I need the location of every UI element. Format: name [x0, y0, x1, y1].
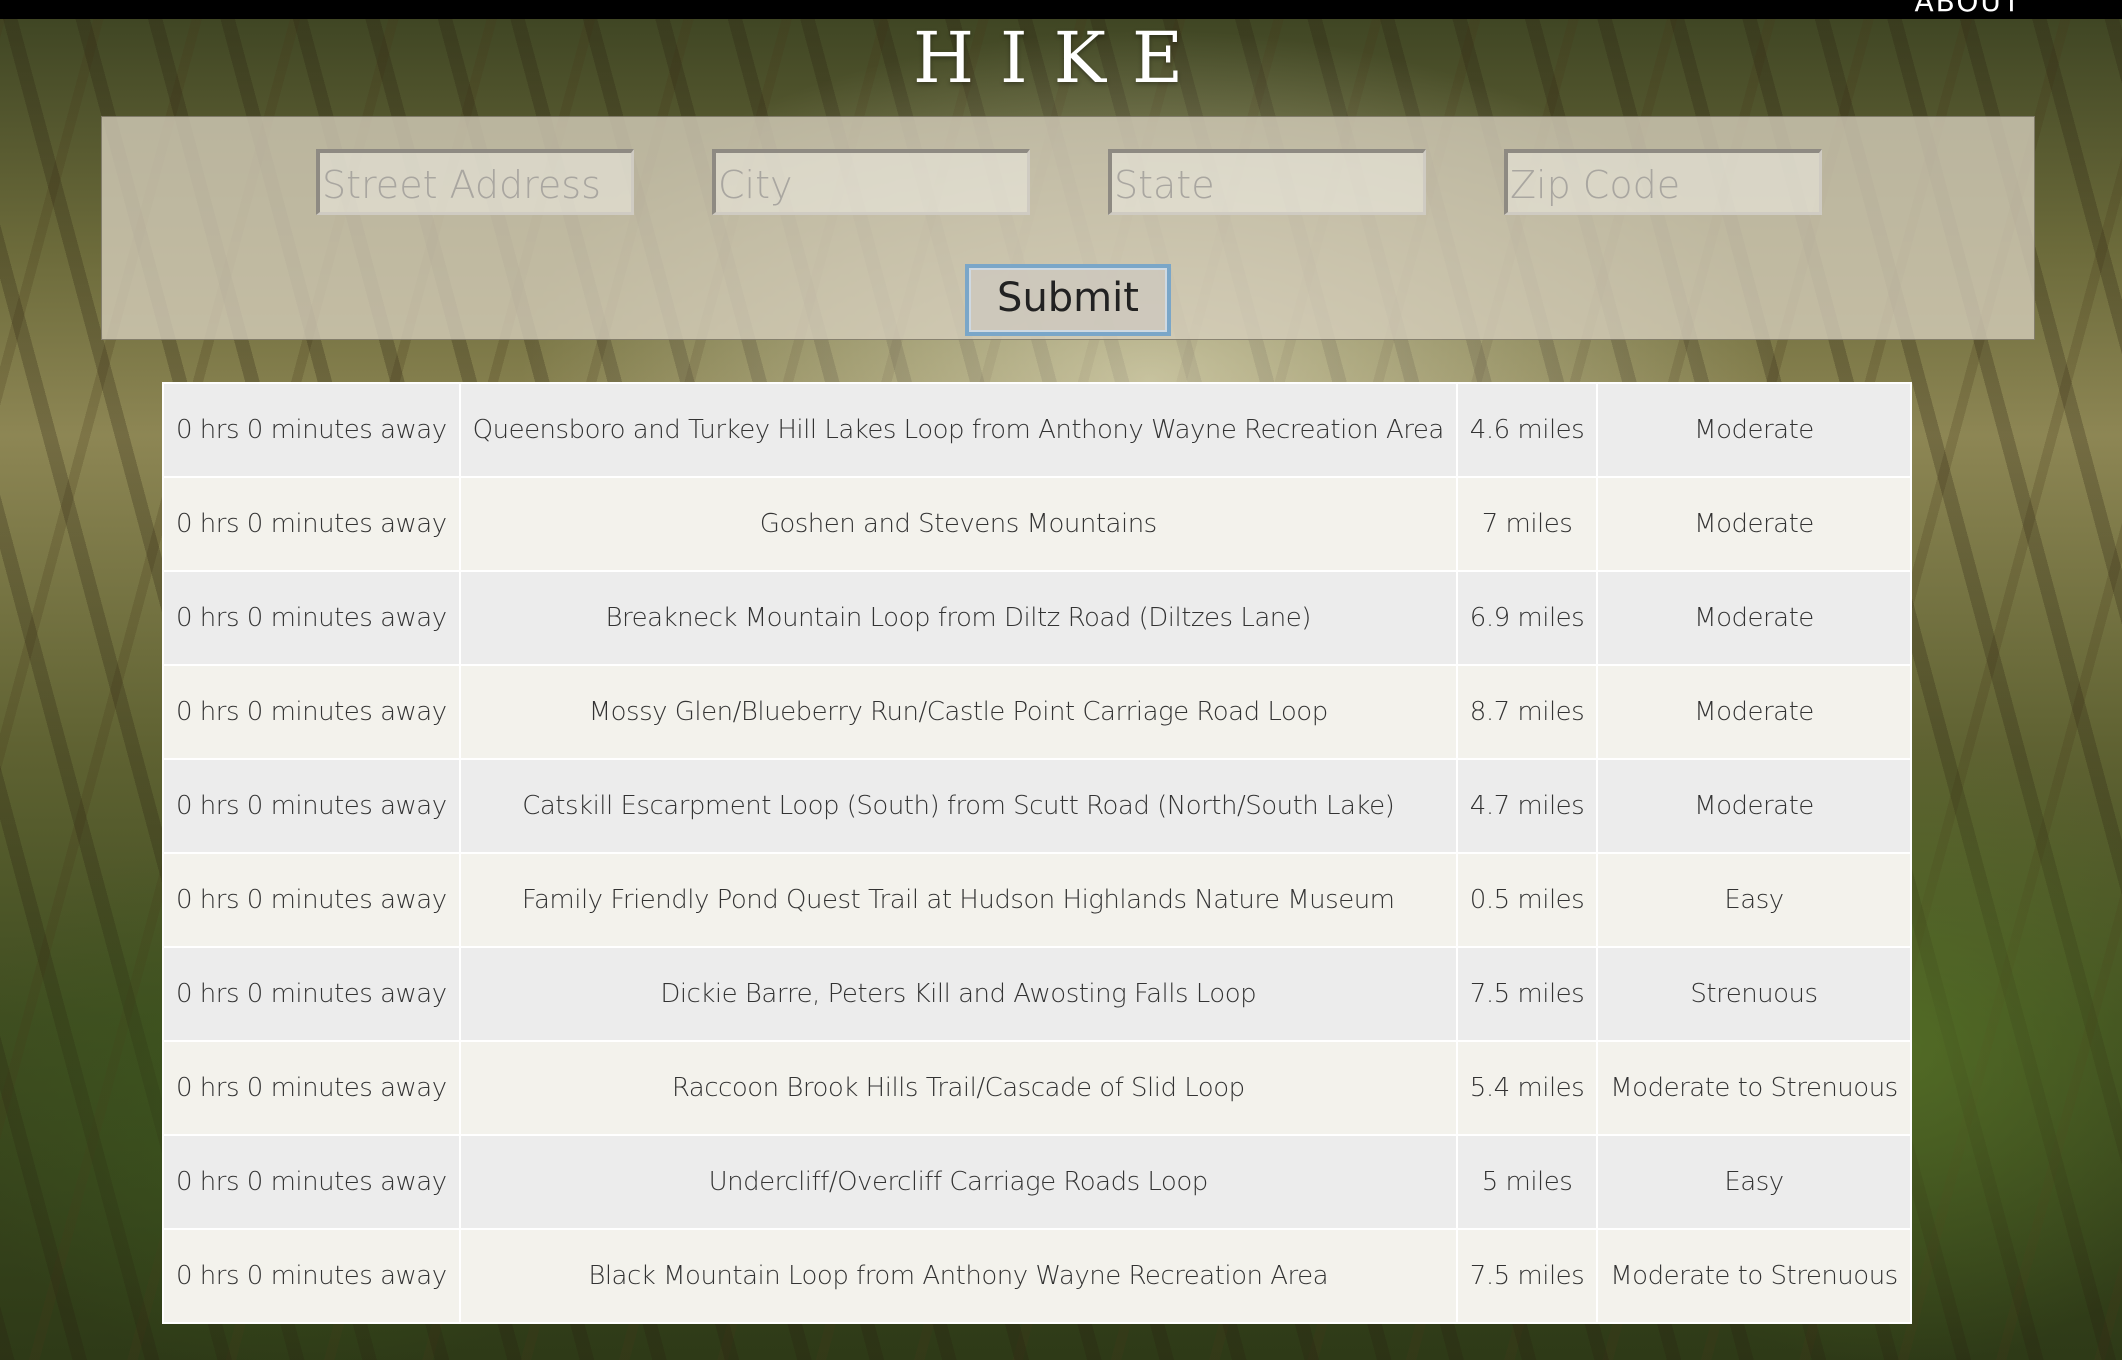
distance-cell: 7 miles [1455, 476, 1599, 572]
table-row: 0 hrs 0 minutes away Raccoon Brook Hills… [162, 1040, 1912, 1136]
travel-time-cell: 0 hrs 0 minutes away [162, 1228, 461, 1324]
difficulty-cell: Moderate [1596, 382, 1912, 478]
travel-time-cell: 0 hrs 0 minutes away [162, 382, 461, 478]
difficulty-cell: Moderate [1596, 570, 1912, 666]
about-link[interactable]: ABOUT [1914, 0, 2022, 17]
street-address-input[interactable] [316, 149, 634, 215]
table-row: 0 hrs 0 minutes away Goshen and Stevens … [162, 476, 1912, 572]
distance-cell: 8.7 miles [1455, 664, 1599, 760]
distance-cell: 7.5 miles [1455, 1228, 1599, 1324]
table-row: 0 hrs 0 minutes away Queensboro and Turk… [162, 382, 1912, 478]
trails-table: 0 hrs 0 minutes away Queensboro and Turk… [162, 382, 1912, 1324]
city-input[interactable] [712, 149, 1030, 215]
travel-time-cell: 0 hrs 0 minutes away [162, 852, 461, 948]
trail-name-cell: Catskill Escarpment Loop (South) from Sc… [458, 758, 1458, 854]
distance-cell: 4.6 miles [1455, 382, 1599, 478]
trail-name-cell: Family Friendly Pond Quest Trail at Huds… [458, 852, 1458, 948]
difficulty-cell: Moderate to Strenuous [1596, 1040, 1912, 1136]
travel-time-cell: 0 hrs 0 minutes away [162, 946, 461, 1042]
trail-name-cell: Mossy Glen/Blueberry Run/Castle Point Ca… [458, 664, 1458, 760]
distance-cell: 4.7 miles [1455, 758, 1599, 854]
address-form: Submit [101, 116, 2035, 340]
distance-cell: 0.5 miles [1455, 852, 1599, 948]
travel-time-cell: 0 hrs 0 minutes away [162, 476, 461, 572]
difficulty-cell: Moderate to Strenuous [1596, 1228, 1912, 1324]
trail-name-cell: Raccoon Brook Hills Trail/Cascade of Sli… [458, 1040, 1458, 1136]
zip-code-input[interactable] [1504, 149, 1822, 215]
difficulty-cell: Moderate [1596, 476, 1912, 572]
travel-time-cell: 0 hrs 0 minutes away [162, 1134, 461, 1230]
trail-name-cell: Dickie Barre, Peters Kill and Awosting F… [458, 946, 1458, 1042]
trail-name-cell: Goshen and Stevens Mountains [458, 476, 1458, 572]
travel-time-cell: 0 hrs 0 minutes away [162, 758, 461, 854]
difficulty-cell: Moderate [1596, 758, 1912, 854]
table-row: 0 hrs 0 minutes away Black Mountain Loop… [162, 1228, 1912, 1324]
difficulty-cell: Moderate [1596, 664, 1912, 760]
distance-cell: 5 miles [1455, 1134, 1599, 1230]
table-row: 0 hrs 0 minutes away Family Friendly Pon… [162, 852, 1912, 948]
difficulty-cell: Strenuous [1596, 946, 1912, 1042]
submit-button[interactable]: Submit [965, 264, 1171, 336]
table-row: 0 hrs 0 minutes away Dickie Barre, Peter… [162, 946, 1912, 1042]
difficulty-cell: Easy [1596, 1134, 1912, 1230]
difficulty-cell: Easy [1596, 852, 1912, 948]
trail-name-cell: Undercliff/Overcliff Carriage Roads Loop [458, 1134, 1458, 1230]
trail-name-cell: Black Mountain Loop from Anthony Wayne R… [458, 1228, 1458, 1324]
page-title: HIKE [912, 17, 1210, 99]
table-row: 0 hrs 0 minutes away Undercliff/Overclif… [162, 1134, 1912, 1230]
table-row: 0 hrs 0 minutes away Breakneck Mountain … [162, 570, 1912, 666]
trail-name-cell: Breakneck Mountain Loop from Diltz Road … [458, 570, 1458, 666]
trail-name-cell: Queensboro and Turkey Hill Lakes Loop fr… [458, 382, 1458, 478]
table-row: 0 hrs 0 minutes away Catskill Escarpment… [162, 758, 1912, 854]
travel-time-cell: 0 hrs 0 minutes away [162, 570, 461, 666]
state-input[interactable] [1108, 149, 1426, 215]
table-row: 0 hrs 0 minutes away Mossy Glen/Blueberr… [162, 664, 1912, 760]
distance-cell: 7.5 miles [1455, 946, 1599, 1042]
distance-cell: 6.9 miles [1455, 570, 1599, 666]
distance-cell: 5.4 miles [1455, 1040, 1599, 1136]
travel-time-cell: 0 hrs 0 minutes away [162, 1040, 461, 1136]
travel-time-cell: 0 hrs 0 minutes away [162, 664, 461, 760]
